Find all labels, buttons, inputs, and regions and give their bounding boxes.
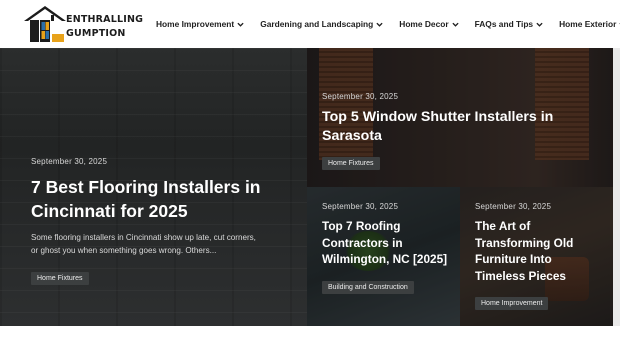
featured-posts-grid: September 30, 2025 7 Best Flooring Insta… [0, 48, 620, 326]
category-tag[interactable]: Home Fixtures [31, 272, 89, 285]
nav-item-gardening-and-landscaping[interactable]: Gardening and Landscaping [260, 19, 383, 29]
page-background [0, 326, 620, 343]
featured-post-bottom-left[interactable]: September 30, 2025 Top 7 Roofing Contrac… [307, 187, 460, 326]
logo-text-line2: GUMPTION [66, 28, 126, 39]
post-date: September 30, 2025 [322, 202, 399, 211]
post-title[interactable]: The Art of Transforming Old Furniture In… [475, 218, 603, 284]
site-header: ENTHRALLING GUMPTION Home Improvement Ga… [0, 0, 620, 48]
site-logo[interactable]: ENTHRALLING GUMPTION [22, 4, 144, 44]
nav-item-label: Home Decor [399, 19, 449, 29]
chevron-down-icon [376, 22, 383, 27]
post-title[interactable]: Top 7 Roofing Contractors in Wilmington,… [322, 218, 450, 268]
featured-post-top-right[interactable]: September 30, 2025 Top 5 Window Shutter … [307, 48, 613, 187]
post-date: September 30, 2025 [475, 202, 552, 211]
chevron-down-icon [451, 22, 459, 27]
nav-item-home-exterior[interactable]: Home Exterior [559, 19, 620, 29]
chevron-down-icon [536, 22, 543, 27]
nav-item-home-improvement[interactable]: Home Improvement [156, 19, 244, 29]
chevron-down-icon [237, 22, 244, 27]
main-navigation: Home Improvement Gardening and Landscapi… [156, 0, 620, 48]
featured-post-bottom-right[interactable]: September 30, 2025 The Art of Transformi… [460, 187, 613, 326]
nav-item-label: Home Exterior [559, 19, 617, 29]
nav-item-label: FAQs and Tips [474, 19, 534, 29]
category-tag[interactable]: Home Fixtures [322, 157, 380, 170]
category-tag[interactable]: Building and Construction [322, 280, 414, 294]
post-date: September 30, 2025 [31, 157, 108, 166]
nav-item-label: Gardening and Landscaping [260, 19, 374, 29]
post-title[interactable]: Top 5 Window Shutter Installers in Saras… [322, 108, 592, 146]
category-tag[interactable]: Home Improvement [475, 297, 549, 311]
post-title[interactable]: 7 Best Flooring Installers in Cincinnati… [31, 175, 281, 223]
logo-text-line1: ENTHRALLING [66, 14, 144, 25]
nav-item-label: Home Improvement [156, 19, 235, 29]
featured-post-main[interactable]: September 30, 2025 7 Best Flooring Insta… [0, 48, 307, 326]
post-excerpt: Some flooring installers in Cincinnati s… [31, 233, 256, 255]
nav-item-home-decor[interactable]: Home Decor [399, 19, 459, 29]
post-date: September 30, 2025 [322, 92, 399, 101]
nav-item-faqs-and-tips[interactable]: FAQs and Tips [475, 19, 543, 29]
house-logo-icon [24, 6, 66, 42]
